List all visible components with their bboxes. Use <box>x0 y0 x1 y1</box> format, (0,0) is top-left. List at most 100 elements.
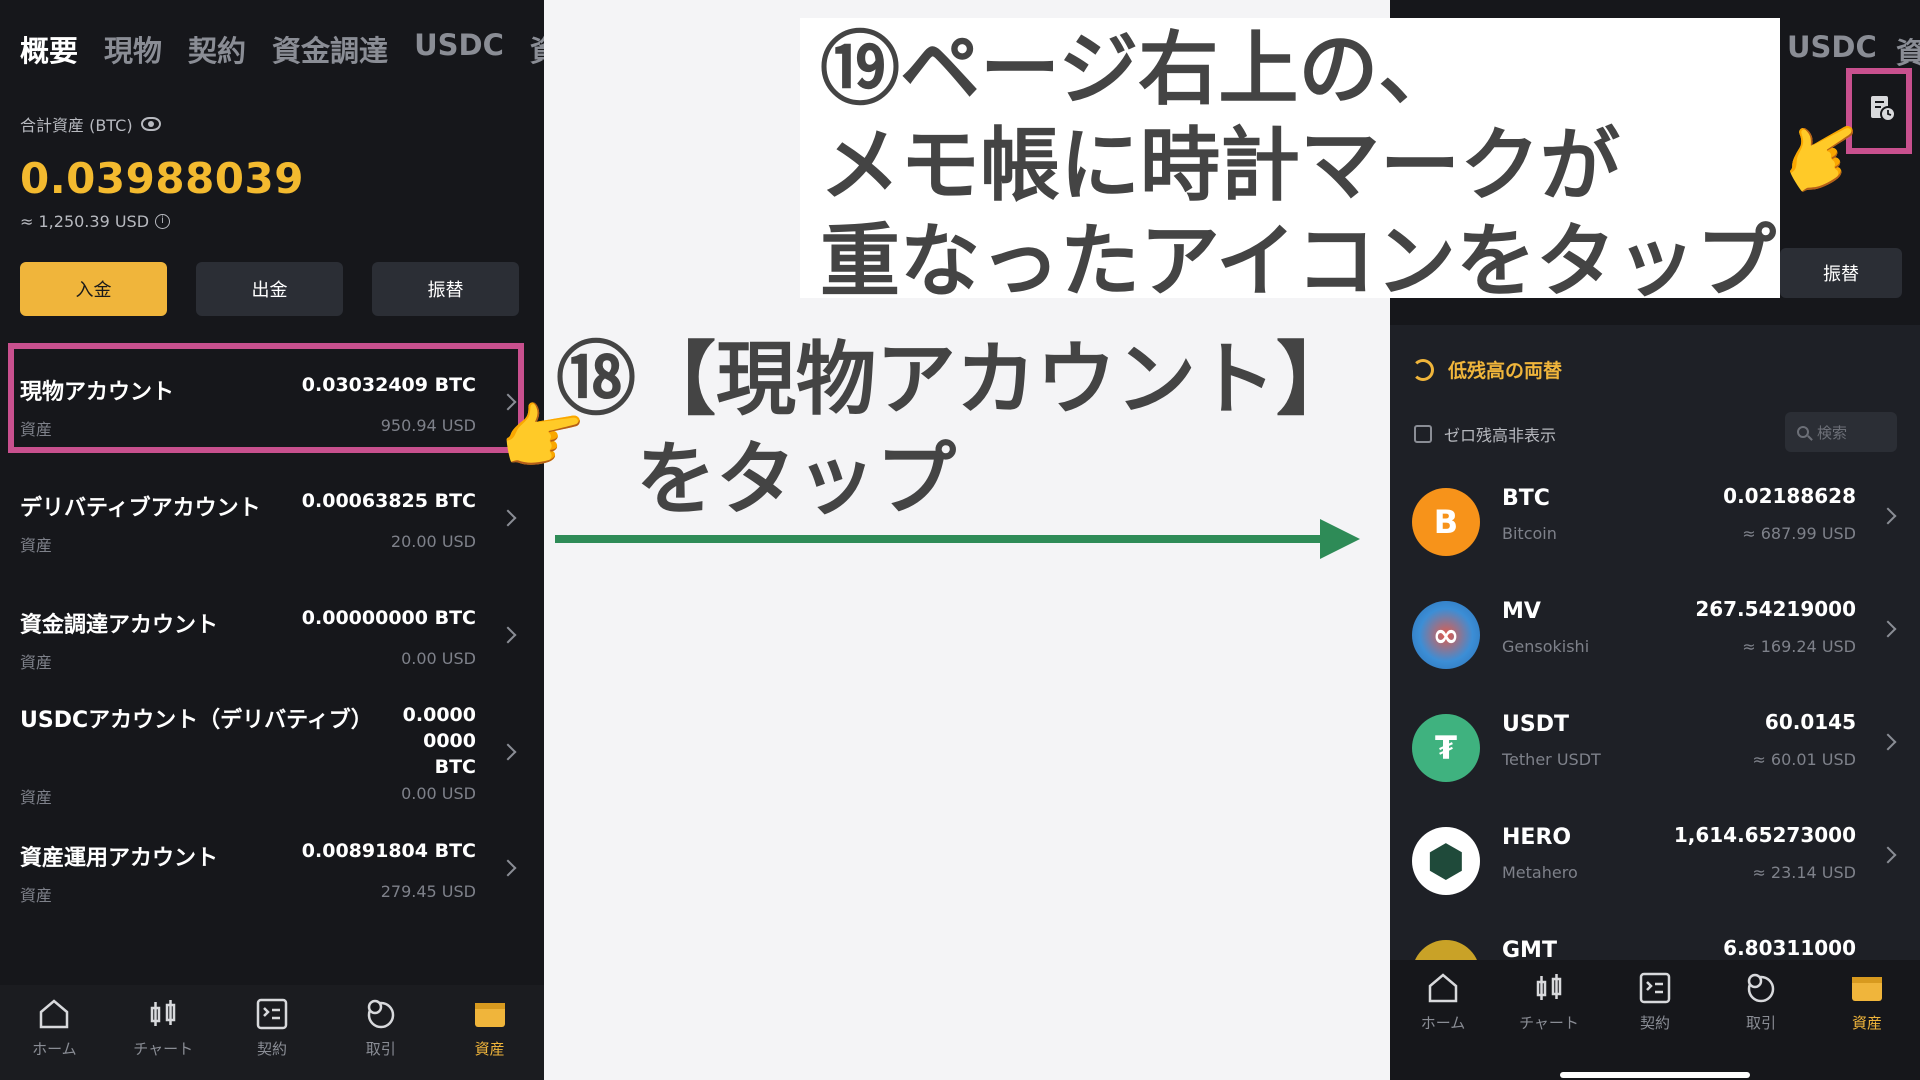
spot-account-highlight <box>8 343 524 453</box>
step19-line: 重なったアイコンをタップ <box>820 215 1776 308</box>
eye-icon[interactable] <box>140 117 161 131</box>
coin-amount: 267.54219000 <box>1695 597 1856 621</box>
home-indicator <box>1560 1072 1750 1078</box>
account-name: デリバティブアカウント <box>20 496 261 521</box>
chevron-right-icon <box>1879 620 1897 638</box>
coin-name: Tether USDT <box>1502 750 1601 769</box>
transfer-button[interactable]: 振替 <box>372 262 519 316</box>
home-icon <box>1428 973 1458 1003</box>
chevron-right-icon <box>499 626 517 644</box>
tab-overview[interactable]: 概要 <box>20 28 78 70</box>
asset-tabs: 概要 現物 契約 資金調達 USDC 資 <box>20 28 544 70</box>
convert-label: 低残高の両替 <box>1448 360 1563 382</box>
account-btc: 0.0000 0000 BTC <box>403 702 476 780</box>
nav-label: ホーム <box>32 1040 77 1058</box>
funding-account-row[interactable]: 資金調達アカウント 資産 0.00000000 BTC 0.00 USD <box>0 585 544 685</box>
account-btc: 0.00891804 BTC <box>301 840 476 862</box>
coin-usd: ≈ 23.14 USD <box>1752 863 1856 882</box>
action-buttons: 入金 出金 振替 <box>20 262 520 316</box>
step19-line: ⑲ページ右上の、 <box>820 23 1459 116</box>
nav-label: 契約 <box>1639 1014 1670 1032</box>
contract-icon <box>256 998 288 1030</box>
logo-glyph: ∞ <box>1432 616 1460 654</box>
coin-row-hero[interactable]: ⬢ HERO Metahero 1,614.65273000 ≈ 23.14 U… <box>1390 801 1920 914</box>
coin-amount: 6.80311000 <box>1723 936 1856 960</box>
arrow-icon <box>555 535 1323 543</box>
nav-contract[interactable]: 契約 <box>1605 972 1705 1033</box>
chevron-right-icon <box>499 859 517 877</box>
tab-more[interactable]: 資 <box>530 28 544 70</box>
wallet-icon <box>1852 977 1882 1001</box>
coin-symbol: USDT <box>1502 712 1569 737</box>
coin-symbol: MV <box>1502 599 1541 624</box>
account-btc-line: 0.0000 <box>402 704 476 726</box>
account-btc: 0.00000000 BTC <box>301 607 476 629</box>
logo-glyph: B <box>1433 503 1459 541</box>
derivatives-account-row[interactable]: デリバティブアカウント 資産 0.00063825 BTC 20.00 USD <box>0 468 544 568</box>
total-usd-text: ≈ 1,250.39 USD <box>20 212 150 231</box>
coin-row-btc[interactable]: B BTC Bitcoin 0.02188628 ≈ 687.99 USD <box>1390 462 1920 575</box>
transfer-button[interactable]: 振替 <box>1780 248 1902 298</box>
logo-glyph: ⬢ <box>1426 835 1466 887</box>
info-icon[interactable]: i <box>155 214 171 229</box>
nav-label: 取引 <box>365 1040 396 1058</box>
tab-usdc[interactable]: USDC <box>414 28 504 70</box>
nav-contract[interactable]: 契約 <box>222 998 322 1059</box>
nav-home[interactable]: ホーム <box>4 998 104 1059</box>
chevron-right-icon <box>1879 846 1897 864</box>
hide-zero-checkbox[interactable] <box>1414 425 1432 443</box>
coin-amount: 1,614.65273000 <box>1673 823 1856 847</box>
nav-home[interactable]: ホーム <box>1393 972 1493 1033</box>
trade-icon <box>1747 973 1775 1003</box>
nav-label: 契約 <box>256 1040 287 1058</box>
trade-icon <box>367 999 395 1029</box>
coin-row-usdt[interactable]: ₮ USDT Tether USDT 60.0145 ≈ 60.01 USD <box>1390 688 1920 801</box>
account-btc-line: BTC <box>434 756 476 778</box>
nav-chart[interactable]: チャート <box>1499 972 1599 1033</box>
account-sub: 資産 <box>20 788 53 807</box>
search-icon <box>1797 426 1809 438</box>
step18-annotation: ⑱【現物アカウント】 をタップ <box>556 330 1356 530</box>
usdc-account-row[interactable]: USDCアカウント（デリバティブ） 0.0000 0000 BTC 資産 0.0… <box>0 680 544 810</box>
nav-trade[interactable]: 取引 <box>331 998 431 1059</box>
gensokishi-logo-icon: ∞ <box>1412 601 1480 669</box>
withdraw-button[interactable]: 出金 <box>196 262 343 316</box>
step18-line: をタップ <box>556 433 956 526</box>
coin-name: Bitcoin <box>1502 524 1557 543</box>
tab-usdc[interactable]: USDC <box>1787 30 1877 64</box>
logo-glyph: ₮ <box>1434 729 1458 767</box>
nav-assets[interactable]: 資産 <box>1817 972 1917 1033</box>
coin-symbol: HERO <box>1502 825 1572 850</box>
coin-name: Gensokishi <box>1502 637 1590 656</box>
nav-label: チャート <box>1519 1014 1579 1032</box>
tab-more[interactable]: 資 <box>1896 30 1920 72</box>
chevron-right-icon <box>1879 507 1897 525</box>
chevron-right-icon <box>499 509 517 527</box>
coin-row-mv[interactable]: ∞ MV Gensokishi 267.54219000 ≈ 169.24 US… <box>1390 575 1920 688</box>
search-input[interactable]: 検索 <box>1785 412 1897 452</box>
tab-funding[interactable]: 資金調達 <box>272 28 388 70</box>
account-sub: 資産 <box>20 886 53 905</box>
coin-name: Metahero <box>1502 863 1578 882</box>
coin-usd: ≈ 60.01 USD <box>1752 750 1856 769</box>
account-usd: 279.45 USD <box>380 882 476 901</box>
account-sub: 資産 <box>20 653 53 672</box>
earn-account-row[interactable]: 資産運用アカウント 資産 0.00891804 BTC 279.45 USD <box>0 818 544 918</box>
nav-label: 資産 <box>1851 1014 1882 1032</box>
hide-zero-toggle[interactable]: ゼロ残高非表示 <box>1414 422 1556 446</box>
account-btc-line: 0000 <box>423 730 476 752</box>
deposit-button[interactable]: 入金 <box>20 262 167 316</box>
nav-label: ホーム <box>1420 1014 1466 1032</box>
convert-small-balance[interactable]: 低残高の両替 <box>1412 356 1562 383</box>
coin-usd: ≈ 687.99 USD <box>1742 524 1856 543</box>
nav-trade[interactable]: 取引 <box>1711 972 1811 1033</box>
coin-amount: 0.02188628 <box>1723 484 1856 508</box>
nav-assets[interactable]: 資産 <box>440 998 540 1059</box>
tab-spot[interactable]: 現物 <box>104 28 162 70</box>
account-name: 資産運用アカウント <box>20 846 219 871</box>
pointing-hand-icon: 👉 <box>491 386 595 486</box>
tab-contract[interactable]: 契約 <box>188 28 246 70</box>
nav-chart[interactable]: チャート <box>113 998 213 1059</box>
candlestick-icon <box>150 1000 176 1026</box>
chevron-right-icon <box>1879 733 1897 751</box>
